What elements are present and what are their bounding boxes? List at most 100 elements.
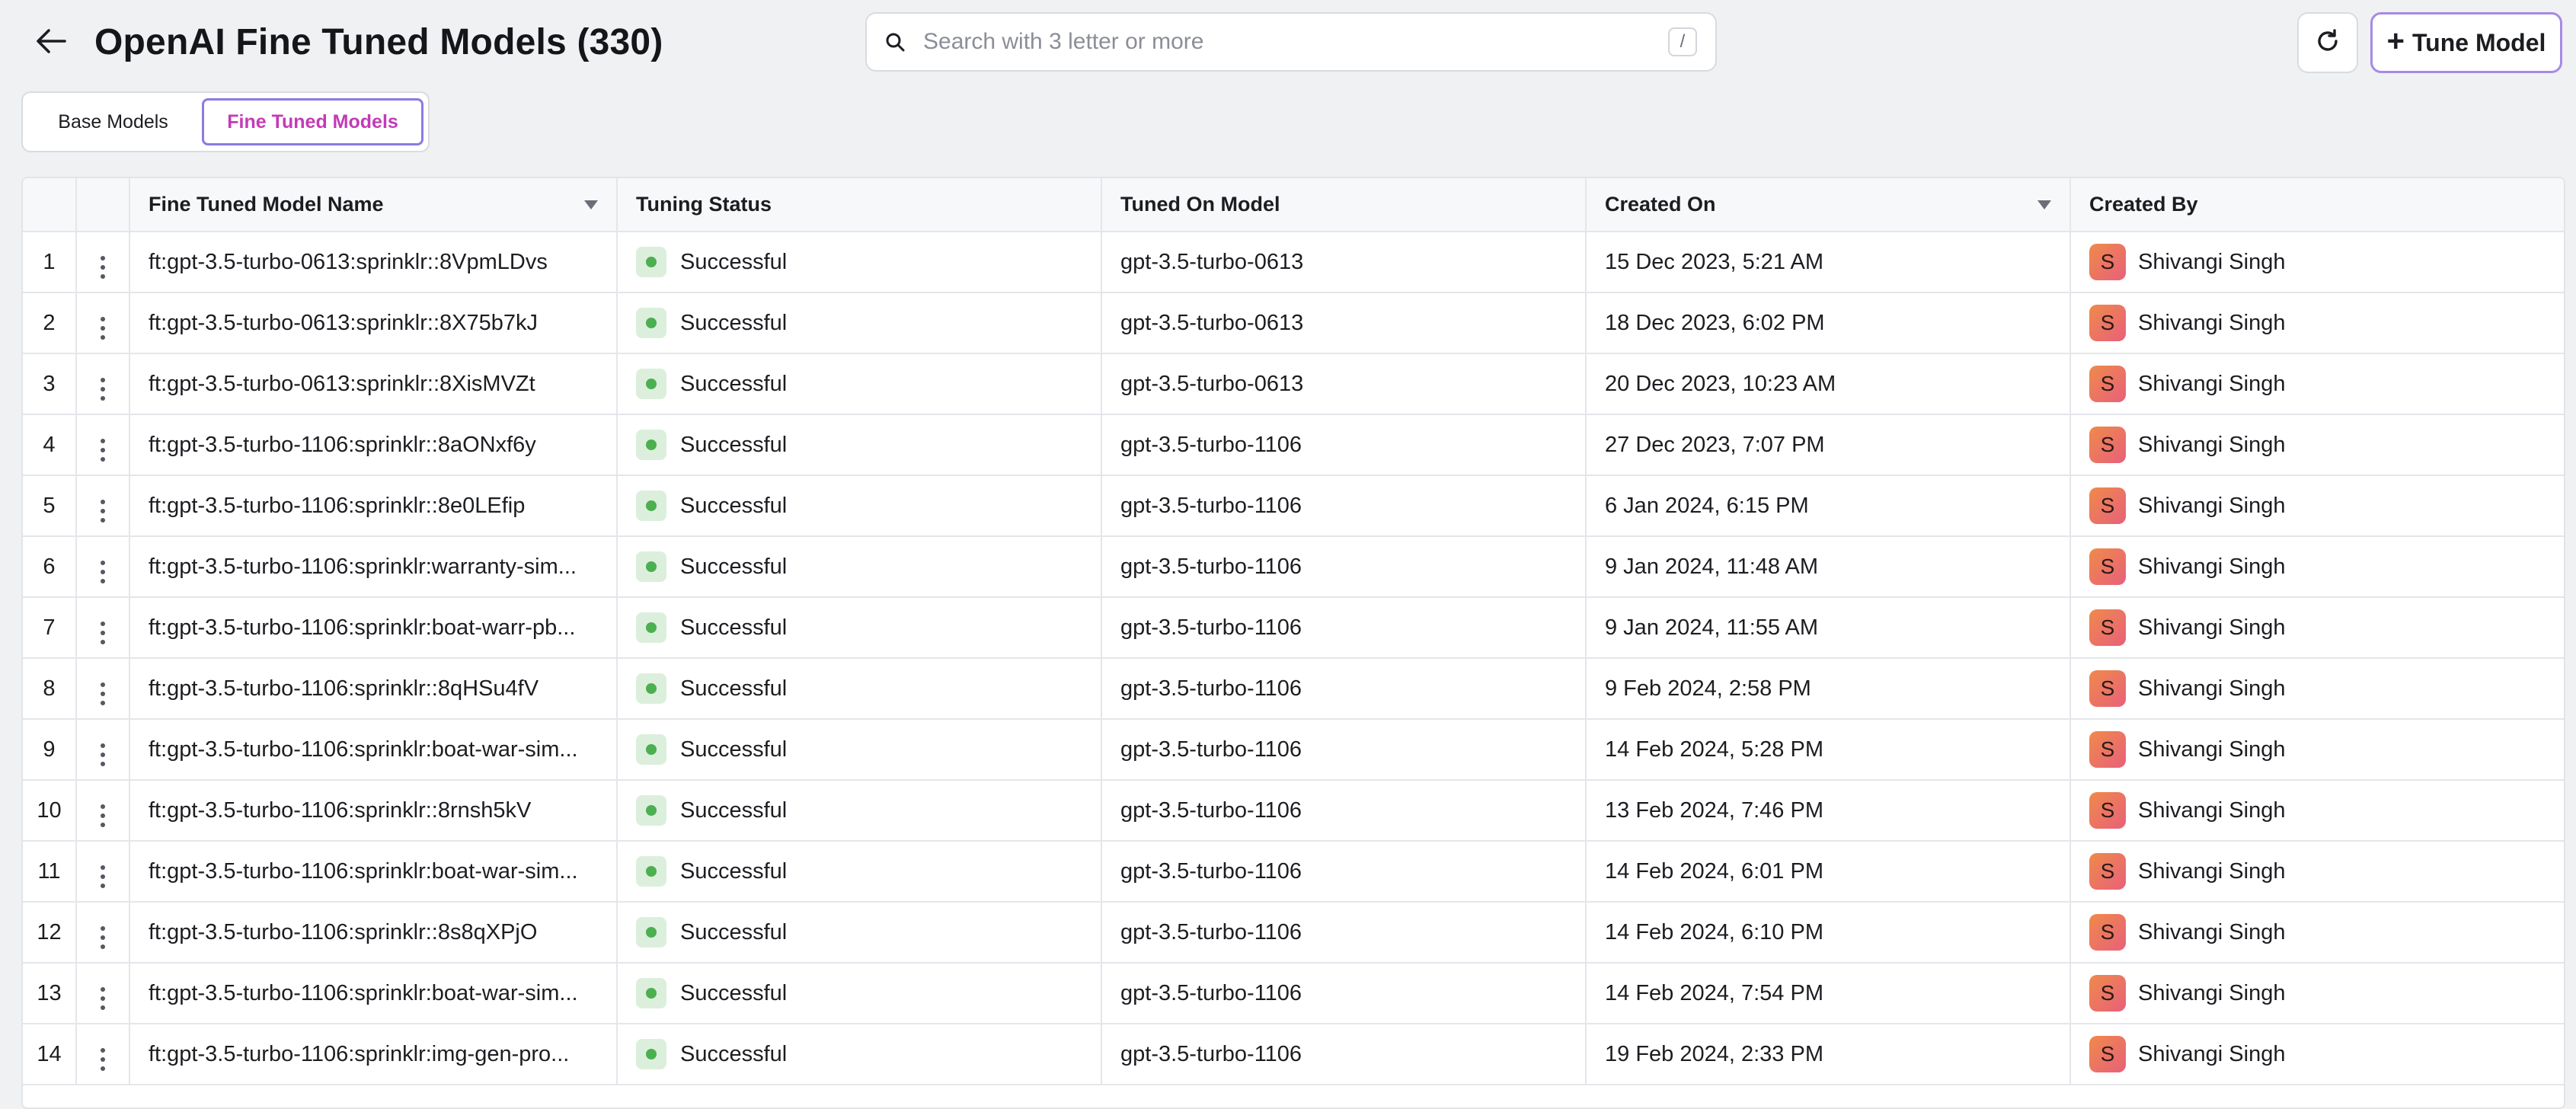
created-on: 15 Dec 2023, 5:21 AM xyxy=(1586,232,2071,293)
tuning-status: Successful xyxy=(680,858,788,884)
created-by: Shivangi Singh xyxy=(2138,615,2286,640)
status-success-icon xyxy=(636,308,666,338)
model-name[interactable]: ft:gpt-3.5-turbo-1106:sprinklr::8qHSu4fV xyxy=(129,658,618,720)
tuning-status: Successful xyxy=(680,1041,788,1066)
header-actions xyxy=(76,178,130,232)
more-vertical-icon[interactable] xyxy=(93,922,113,954)
table-row[interactable]: 14 ft:gpt-3.5-turbo-1106:sprinklr:img-gen… xyxy=(23,1024,2564,1085)
row-actions-cell xyxy=(76,841,130,903)
table-row[interactable]: 7 ft:gpt-3.5-turbo-1106:sprinklr:boat-war… xyxy=(23,597,2564,659)
header-created-on[interactable]: Created On xyxy=(1586,178,2071,232)
tuned-on-model: gpt-3.5-turbo-1106 xyxy=(1101,963,1587,1024)
model-name[interactable]: ft:gpt-3.5-turbo-1106:sprinklr::8rnsh5kV xyxy=(129,780,618,842)
header-model-name[interactable]: Fine Tuned Model Name xyxy=(129,178,618,232)
table-row[interactable]: 2 ft:gpt-3.5-turbo-0613:sprinklr::8X75b7k… xyxy=(23,292,2564,354)
tab-fine-tuned-models[interactable]: Fine Tuned Models xyxy=(202,98,423,145)
model-name[interactable]: ft:gpt-3.5-turbo-1106:sprinklr::8aONxf6y xyxy=(129,414,618,476)
more-vertical-icon[interactable] xyxy=(93,739,113,771)
refresh-button[interactable] xyxy=(2297,12,2358,73)
model-name[interactable]: ft:gpt-3.5-turbo-1106:sprinklr:boat-warr… xyxy=(129,597,618,659)
model-name[interactable]: ft:gpt-3.5-turbo-1106:sprinklr:boat-war-… xyxy=(129,719,618,781)
tuned-on-model: gpt-3.5-turbo-1106 xyxy=(1101,841,1587,903)
created-by: Shivangi Singh xyxy=(2138,310,2286,335)
more-vertical-icon[interactable] xyxy=(93,861,113,893)
more-vertical-icon[interactable] xyxy=(93,251,113,283)
back-button[interactable] xyxy=(29,24,73,61)
more-vertical-icon[interactable] xyxy=(93,678,113,710)
model-name[interactable]: ft:gpt-3.5-turbo-0613:sprinklr::8XisMVZt xyxy=(129,353,618,415)
model-name[interactable]: ft:gpt-3.5-turbo-1106:sprinklr:img-gen-p… xyxy=(129,1024,618,1085)
row-actions-cell xyxy=(76,658,130,720)
avatar: S xyxy=(2089,244,2126,280)
table-row[interactable]: 8 ft:gpt-3.5-turbo-1106:sprinklr::8qHSu4f… xyxy=(23,658,2564,720)
row-actions-cell xyxy=(76,414,130,476)
table-row[interactable]: 10 ft:gpt-3.5-turbo-1106:sprinklr::8rnsh5… xyxy=(23,780,2564,842)
row-index: 7 xyxy=(23,597,77,659)
tuning-status: Successful xyxy=(680,432,788,457)
model-name[interactable]: ft:gpt-3.5-turbo-1106:sprinklr:boat-war-… xyxy=(129,841,618,903)
tune-model-button[interactable]: + Tune Model xyxy=(2370,12,2562,73)
status-success-icon xyxy=(636,1039,666,1069)
avatar: S xyxy=(2089,487,2126,524)
tab-base-models[interactable]: Base Models xyxy=(27,98,199,145)
avatar: S xyxy=(2089,609,2126,646)
created-on: 20 Dec 2023, 10:23 AM xyxy=(1586,353,2071,415)
created-by: Shivangi Singh xyxy=(2138,1041,2286,1066)
header-tuning-status[interactable]: Tuning Status xyxy=(617,178,1102,232)
row-actions-cell xyxy=(76,292,130,354)
tuning-status-cell: Successful xyxy=(617,658,1102,720)
plus-icon: + xyxy=(2386,24,2405,58)
status-success-icon xyxy=(636,612,666,643)
tuned-on-model: gpt-3.5-turbo-1106 xyxy=(1101,475,1587,537)
caret-down-icon[interactable] xyxy=(584,200,598,209)
more-vertical-icon[interactable] xyxy=(93,373,113,405)
models-table: Fine Tuned Model Name Tuning Status Tune… xyxy=(21,177,2565,1109)
search-bar[interactable]: / xyxy=(865,12,1717,72)
header-created-by[interactable]: Created By xyxy=(2070,178,2564,232)
model-name[interactable]: ft:gpt-3.5-turbo-0613:sprinklr::8VpmLDvs xyxy=(129,232,618,293)
model-name[interactable]: ft:gpt-3.5-turbo-0613:sprinklr::8X75b7kJ xyxy=(129,292,618,354)
model-name[interactable]: ft:gpt-3.5-turbo-1106:sprinklr:warranty-… xyxy=(129,536,618,598)
table-row[interactable]: 1 ft:gpt-3.5-turbo-0613:sprinklr::8VpmLDv… xyxy=(23,232,2564,293)
more-vertical-icon[interactable] xyxy=(93,983,113,1015)
created-by: Shivangi Singh xyxy=(2138,919,2286,944)
created-by-cell: S Shivangi Singh xyxy=(2070,353,2564,415)
tuning-status: Successful xyxy=(680,797,788,823)
row-index: 6 xyxy=(23,536,77,598)
model-name[interactable]: ft:gpt-3.5-turbo-1106:sprinklr::8e0LEfip xyxy=(129,475,618,537)
row-actions-cell xyxy=(76,536,130,598)
table-row[interactable]: 6 ft:gpt-3.5-turbo-1106:sprinklr:warranty… xyxy=(23,536,2564,598)
table-row[interactable]: 11 ft:gpt-3.5-turbo-1106:sprinklr:boat-wa… xyxy=(23,841,2564,903)
more-vertical-icon[interactable] xyxy=(93,800,113,832)
table-row[interactable]: 3 ft:gpt-3.5-turbo-0613:sprinklr::8XisMVZ… xyxy=(23,353,2564,415)
created-on: 14 Feb 2024, 6:10 PM xyxy=(1586,902,2071,964)
table-row[interactable]: 5 ft:gpt-3.5-turbo-1106:sprinklr::8e0LEfi… xyxy=(23,475,2564,537)
tuning-status-cell: Successful xyxy=(617,1024,1102,1085)
search-input[interactable] xyxy=(922,18,1668,66)
more-vertical-icon[interactable] xyxy=(93,1043,113,1075)
more-vertical-icon[interactable] xyxy=(93,495,113,527)
more-vertical-icon[interactable] xyxy=(93,434,113,466)
caret-down-icon[interactable] xyxy=(2037,200,2051,209)
tuning-status-cell: Successful xyxy=(617,292,1102,354)
created-on: 27 Dec 2023, 7:07 PM xyxy=(1586,414,2071,476)
created-by-cell: S Shivangi Singh xyxy=(2070,597,2564,659)
status-success-icon xyxy=(636,673,666,704)
table-row[interactable]: 12 ft:gpt-3.5-turbo-1106:sprinklr::8s8qXP… xyxy=(23,902,2564,964)
more-vertical-icon[interactable] xyxy=(93,556,113,588)
more-vertical-icon[interactable] xyxy=(93,312,113,344)
created-by: Shivangi Singh xyxy=(2138,858,2286,884)
status-success-icon xyxy=(636,734,666,765)
status-success-icon xyxy=(636,551,666,582)
row-actions-cell xyxy=(76,353,130,415)
avatar: S xyxy=(2089,305,2126,341)
table-row[interactable]: 4 ft:gpt-3.5-turbo-1106:sprinklr::8aONxf6… xyxy=(23,414,2564,476)
header-tuned-on-model[interactable]: Tuned On Model xyxy=(1101,178,1587,232)
model-name[interactable]: ft:gpt-3.5-turbo-1106:sprinklr:boat-war-… xyxy=(129,963,618,1024)
more-vertical-icon[interactable] xyxy=(93,617,113,649)
table-row[interactable]: 9 ft:gpt-3.5-turbo-1106:sprinklr:boat-war… xyxy=(23,719,2564,781)
tuned-on-model: gpt-3.5-turbo-1106 xyxy=(1101,902,1587,964)
table-row[interactable]: 13 ft:gpt-3.5-turbo-1106:sprinklr:boat-wa… xyxy=(23,963,2564,1024)
created-by-cell: S Shivangi Singh xyxy=(2070,475,2564,537)
model-name[interactable]: ft:gpt-3.5-turbo-1106:sprinklr::8s8qXPjO xyxy=(129,902,618,964)
